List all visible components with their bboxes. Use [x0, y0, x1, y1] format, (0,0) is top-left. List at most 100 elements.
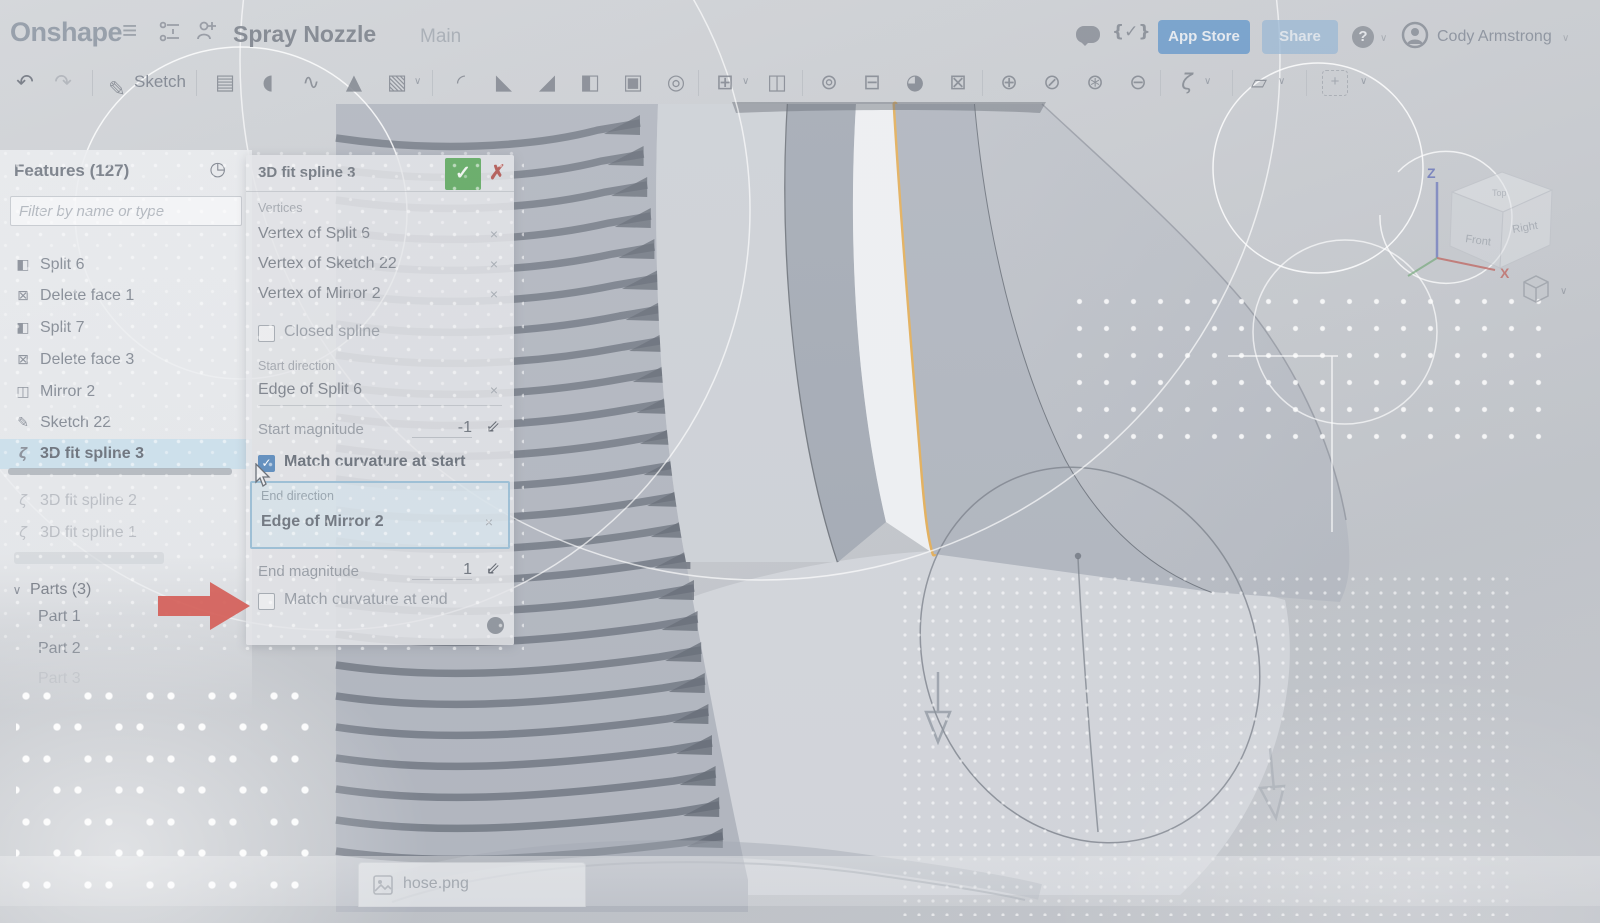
- user-menu-caret-icon[interactable]: ∨: [1562, 33, 1569, 44]
- onshape-logo[interactable]: Onshape: [10, 17, 122, 48]
- versions-icon[interactable]: [158, 20, 182, 44]
- shell-icon[interactable]: ◧: [573, 65, 607, 99]
- share-button[interactable]: Share: [1262, 20, 1338, 54]
- start-magnitude-input[interactable]: -1: [412, 419, 472, 438]
- extrude-icon[interactable]: ▤: [208, 65, 242, 99]
- sweep-icon[interactable]: ∿: [294, 65, 328, 99]
- revolve-icon[interactable]: ◖: [251, 65, 285, 99]
- user-avatar[interactable]: [1400, 20, 1430, 50]
- vertex-item[interactable]: Vertex of Split 6 ×: [258, 219, 502, 249]
- match-end-checkbox[interactable]: [258, 593, 275, 610]
- feature-item-3d-fit-spline-1[interactable]: ζ 3D fit spline 1: [0, 518, 252, 548]
- delete-face-icon[interactable]: ⊠: [941, 65, 975, 99]
- hamburger-menu-icon[interactable]: ≡: [122, 15, 137, 46]
- remove-icon[interactable]: ×: [490, 219, 498, 249]
- end-magnitude-row: End magnitude 1 ⇙: [258, 557, 502, 585]
- thicken-icon[interactable]: ▧: [380, 65, 414, 99]
- header: Onshape ≡ Spray Nozzle Main {✓} App Stor…: [0, 0, 1600, 58]
- feature-item-split-7[interactable]: ◧ Split 7: [0, 313, 252, 343]
- dialog-help-icon[interactable]: [487, 617, 504, 634]
- boolean-icon[interactable]: ⊚: [812, 65, 846, 99]
- start-direction-value[interactable]: Edge of Split 6 ×: [258, 375, 502, 406]
- mirror-feature-icon: ◫: [14, 377, 32, 407]
- pencil-icon: ✎: [104, 72, 130, 106]
- split-icon[interactable]: ⊟: [855, 65, 889, 99]
- split-feature-icon: ◧: [14, 313, 32, 343]
- feature-toolbar: ↶ ↷ ✎ Sketch ▤ ◖ ∿ ▲ ▧ ∨ ◜ ◣ ◢ ◧ ▣ ◎ ⊞ ∨…: [0, 58, 1600, 106]
- feature-item-3d-fit-spline-2[interactable]: ζ 3D fit spline 2: [0, 486, 252, 516]
- help-caret-icon[interactable]: ∨: [1380, 33, 1387, 44]
- pattern-caret-icon[interactable]: ∨: [742, 76, 749, 87]
- spline-caret-icon[interactable]: ∨: [1204, 76, 1211, 87]
- part-item-3[interactable]: Part 3: [0, 664, 252, 694]
- mirror-icon[interactable]: ◫: [760, 65, 794, 99]
- spline-tool-icon[interactable]: ζ: [1170, 65, 1204, 99]
- regeneration-time-icon[interactable]: ◷: [209, 158, 226, 180]
- modify-fillet-icon[interactable]: ◕: [898, 65, 932, 99]
- rollback-bar[interactable]: [8, 468, 232, 475]
- cancel-button[interactable]: ✗: [489, 160, 506, 185]
- vertex-item[interactable]: Vertex of Mirror 2 ×: [258, 279, 502, 309]
- delete-face-feature-icon: ⊠: [14, 345, 32, 375]
- fillet-icon[interactable]: ◜: [444, 65, 478, 99]
- feature-item-delete-face-1[interactable]: ⊠ Delete face 1: [0, 281, 252, 311]
- face-icon[interactable]: ▣: [616, 65, 650, 99]
- app-store-button[interactable]: App Store: [1158, 20, 1250, 54]
- selection-tool-icon[interactable]: +: [1322, 70, 1348, 96]
- loft-icon[interactable]: ▲: [337, 65, 371, 99]
- sketch-button-label: Sketch: [134, 65, 186, 99]
- sketch-point[interactable]: [1075, 553, 1081, 559]
- thicken-caret-icon[interactable]: ∨: [414, 76, 421, 87]
- start-magnitude-row: Start magnitude -1 ⇙: [258, 415, 502, 443]
- delete-part-icon[interactable]: ⊘: [1035, 65, 1069, 99]
- view-menu-caret[interactable]: ∨: [1560, 286, 1567, 297]
- feature-filter-input[interactable]: [10, 196, 242, 226]
- assign-material-icon[interactable]: ⊖: [1121, 65, 1155, 99]
- tab-bar: hose.png: [0, 856, 1600, 906]
- follow-icon[interactable]: [194, 18, 218, 44]
- transform-icon[interactable]: ⊛: [1078, 65, 1112, 99]
- remove-icon[interactable]: ×: [490, 249, 498, 279]
- remove-icon[interactable]: ×: [490, 279, 498, 309]
- undo-button[interactable]: ↶: [8, 65, 42, 99]
- sketch-feature-icon: ✎: [14, 408, 32, 438]
- surface-tool-icon[interactable]: ▱: [1242, 65, 1276, 99]
- feature-item-delete-face-3[interactable]: ⊠ Delete face 3: [0, 345, 252, 375]
- workspace-name[interactable]: Main: [420, 26, 461, 48]
- view-cube[interactable]: Front Right Top Z X ∨: [1380, 130, 1590, 320]
- selection-caret-icon[interactable]: ∨: [1360, 76, 1367, 87]
- tab-hose-png[interactable]: hose.png: [358, 862, 586, 907]
- remove-icon[interactable]: ×: [490, 375, 498, 405]
- end-magnitude-input[interactable]: 1: [412, 561, 472, 580]
- move-face-icon[interactable]: ⊕: [992, 65, 1026, 99]
- comment-icon[interactable]: [1076, 26, 1100, 43]
- surface-caret-icon[interactable]: ∨: [1278, 76, 1285, 87]
- redo-button[interactable]: ↷: [46, 65, 80, 99]
- flip-direction-icon[interactable]: ⇙: [486, 417, 500, 437]
- features-panel-title: Features (127): [14, 161, 129, 181]
- end-direction-label: End direction: [261, 489, 334, 503]
- vertex-item[interactable]: Vertex of Sketch 22 ×: [258, 249, 502, 279]
- isometric-view-icon[interactable]: [1524, 276, 1548, 302]
- pattern-icon[interactable]: ⊞: [708, 65, 742, 99]
- feature-item-sketch-22[interactable]: ✎ Sketch 22: [0, 408, 252, 438]
- flip-direction-icon[interactable]: ⇙: [486, 559, 500, 579]
- end-direction-group: End direction Edge of Mirror 2 ×: [250, 481, 510, 549]
- confirm-button[interactable]: ✓: [445, 158, 481, 190]
- part-item-2[interactable]: Part 2: [0, 634, 252, 664]
- view-cube-top-label: Top: [1492, 188, 1507, 198]
- help-button[interactable]: ?: [1352, 26, 1374, 48]
- feature-script-icon[interactable]: {✓}: [1112, 22, 1150, 42]
- feature-item-split-6[interactable]: ◧ Split 6: [0, 250, 252, 280]
- hole-icon[interactable]: ◎: [659, 65, 693, 99]
- draft-icon[interactable]: ◢: [530, 65, 564, 99]
- remove-icon[interactable]: ×: [485, 507, 493, 537]
- chamfer-icon[interactable]: ◣: [487, 65, 521, 99]
- end-direction-value[interactable]: Edge of Mirror 2 ×: [261, 507, 497, 537]
- user-name[interactable]: Cody Armstrong: [1437, 28, 1552, 46]
- split-feature-icon: ◧: [14, 250, 32, 280]
- closed-spline-checkbox[interactable]: [258, 325, 275, 342]
- feature-item-mirror-2[interactable]: ◫ Mirror 2: [0, 377, 252, 407]
- feature-item-3d-fit-spline-3[interactable]: ζ 3D fit spline 3: [0, 439, 252, 469]
- spline-feature-icon: ζ: [14, 486, 32, 516]
